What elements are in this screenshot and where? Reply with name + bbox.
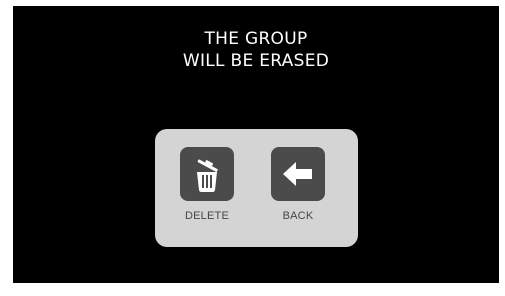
- delete-label: DELETE: [185, 210, 229, 222]
- back-label: BACK: [282, 210, 314, 222]
- trash-icon: [197, 159, 218, 192]
- device-screen: THE GROUP WILL BE ERASED DELETE BACK: [13, 6, 499, 283]
- back-tile[interactable]: [271, 147, 325, 201]
- confirmation-message: THE GROUP WILL BE ERASED: [13, 28, 499, 72]
- back-button[interactable]: BACK: [266, 147, 330, 231]
- message-line-1: THE GROUP: [204, 29, 308, 49]
- delete-tile[interactable]: [180, 147, 234, 201]
- arrow-left-icon: [283, 162, 312, 186]
- message-line-2: WILL BE ERASED: [182, 51, 330, 71]
- action-panel: DELETE BACK: [155, 129, 358, 247]
- delete-button[interactable]: DELETE: [175, 147, 239, 231]
